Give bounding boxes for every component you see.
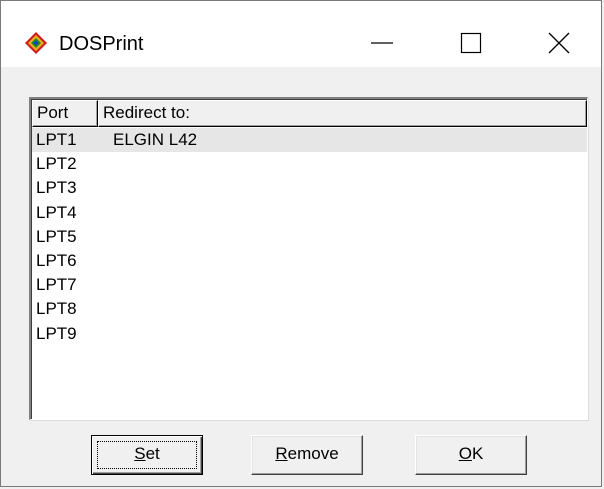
list-row-lpt5[interactable]: LPT5 [32,225,587,249]
list-row-lpt6[interactable]: LPT6 [32,249,587,273]
port-cell: LPT6 [36,250,77,270]
maximize-icon [460,32,482,54]
set-button[interactable]: Set [91,435,203,475]
list-rows: LPT1 ELGIN L42 LPT2 LPT3 LPT4 LPT5 LPT6 … [32,128,587,346]
port-cell: LPT4 [36,202,77,222]
ok-button-label: K [471,444,484,463]
ok-button-mnemonic: O [458,444,472,463]
port-cell: LPT3 [36,178,77,198]
close-button[interactable] [515,1,603,67]
list-row-lpt2[interactable]: LPT2 [32,152,587,176]
minimize-icon [371,42,393,44]
column-header-redirect[interactable]: Redirect to: [98,100,587,127]
close-icon [548,32,570,54]
list-row-lpt9[interactable]: LPT9 [32,322,587,346]
redirect-cell: ELGIN L42 [113,130,198,149]
focus-rectangle [97,441,197,469]
dosprint-app-icon[interactable] [25,32,47,54]
port-cell: LPT9 [36,323,77,343]
list-row-lpt1[interactable]: LPT1 ELGIN L42 [32,128,587,153]
maximize-button[interactable] [429,1,517,67]
remove-button-label: emove [287,444,339,463]
list-row-lpt3[interactable]: LPT3 [32,176,587,200]
remove-button-mnemonic: R [275,444,288,463]
port-cell: LPT7 [36,275,77,295]
list-body: Port Redirect to: LPT1 ELGIN L42 LPT2 LP… [31,99,587,419]
port-cell: LPT5 [36,226,77,246]
ok-button[interactable]: OK [415,435,527,475]
port-cell: LPT2 [36,154,77,174]
list-row-lpt8[interactable]: LPT8 [32,297,587,321]
column-header-port[interactable]: Port [32,100,98,127]
title-bar[interactable]: DOSPrint [1,1,601,67]
port-cell: LPT1 [36,130,77,149]
window-title: DOSPrint [59,33,144,55]
remove-button[interactable]: Remove [251,435,363,475]
list-row-lpt7[interactable]: LPT7 [32,273,587,297]
list-row-lpt4[interactable]: LPT4 [32,201,587,225]
dosprint-window: DOSPrint Port Redirect to: LPT1 ELGIN L4… [0,0,602,487]
port-redirect-list[interactable]: Port Redirect to: LPT1 ELGIN L42 LPT2 LP… [29,97,588,420]
port-cell: LPT8 [36,299,77,319]
minimize-button[interactable] [341,1,429,67]
